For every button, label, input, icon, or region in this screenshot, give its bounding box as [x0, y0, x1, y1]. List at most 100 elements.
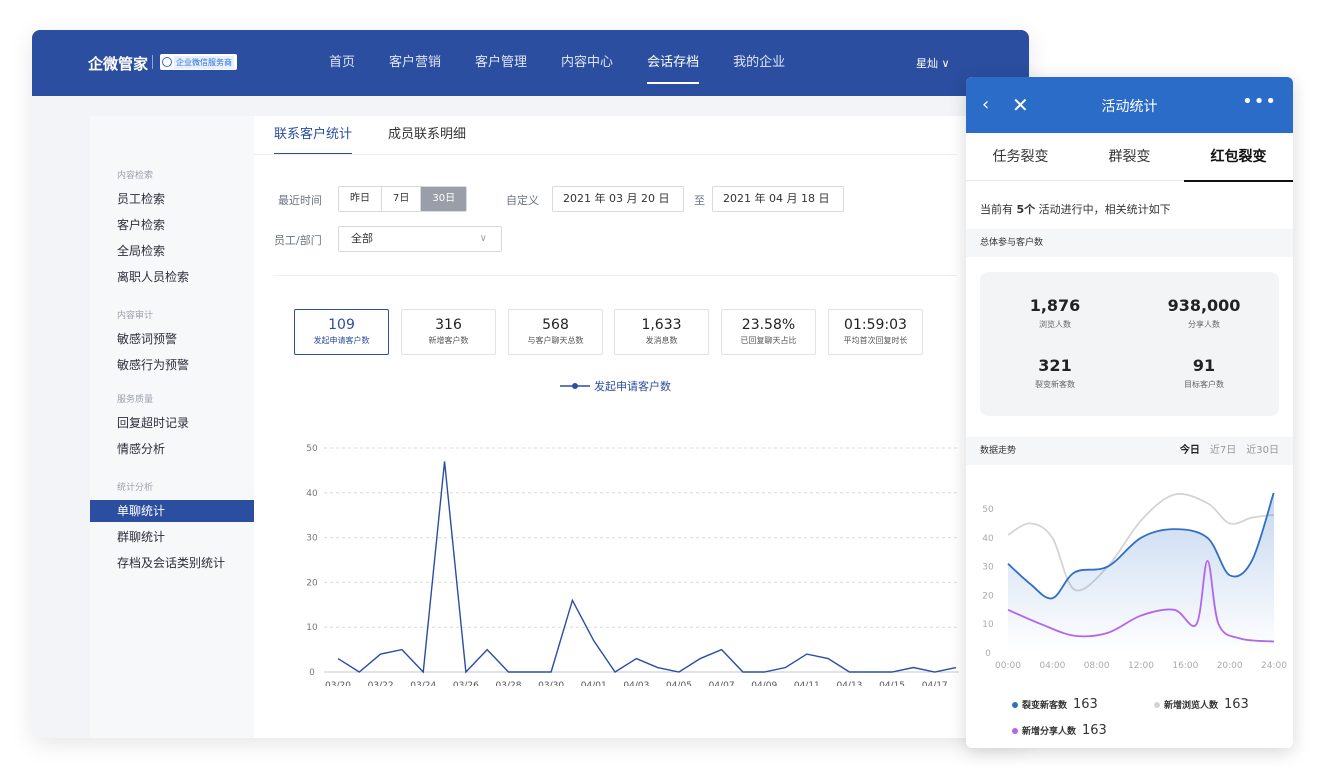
- sidebar-item[interactable]: 员工检索: [90, 188, 254, 210]
- top-navbar: 企微管家 企业微信服务商 首页 客户营销 客户管理 内容中心 会话存档 我的企业 星灿 ∨: [32, 30, 1029, 96]
- kpi-label: 发消息数: [645, 336, 678, 345]
- sidebar-item[interactable]: 回复超时记录: [90, 412, 254, 434]
- stat-label: 浏览人数: [1039, 320, 1071, 329]
- nav-item[interactable]: 内容中心: [544, 30, 630, 96]
- kpi-value: 316: [435, 317, 462, 333]
- legend-name: 新增浏览人数: [1164, 701, 1219, 711]
- user-menu[interactable]: 星灿 ∨: [916, 55, 950, 71]
- kpi-value: 568: [542, 317, 569, 333]
- nav-item[interactable]: 首页: [312, 30, 372, 96]
- legend-item[interactable]: 新增浏览人数 163: [1154, 697, 1249, 712]
- range-option[interactable]: 30日: [421, 187, 467, 211]
- section-total-header: 总体参与客户数: [966, 229, 1293, 257]
- x-tick-label: 16:00: [1172, 661, 1198, 671]
- tabs-underline: [254, 154, 957, 155]
- custom-label: 自定义: [506, 194, 539, 207]
- sidebar-group-title: 服务质量: [117, 395, 154, 405]
- series-area: [1008, 493, 1274, 653]
- y-tick-label: 20: [982, 591, 994, 601]
- kpi-card[interactable]: 1,633 发消息数: [614, 309, 709, 355]
- stat-label: 目标客户数: [1184, 380, 1224, 389]
- kpi-value: 23.58%: [741, 317, 796, 333]
- stat-value: 1,876: [1029, 296, 1081, 315]
- kpi-card[interactable]: 316 新增客户数: [401, 309, 496, 355]
- note-count: 5个: [1016, 203, 1036, 216]
- end-date-input[interactable]: 2021 年 04 月 18 日: [712, 186, 844, 212]
- sidebar-item[interactable]: 敏感词预警: [90, 328, 254, 350]
- sidebar-item[interactable]: 离职人员检索: [90, 266, 254, 288]
- sidebar-group-title: 内容检索: [117, 171, 154, 181]
- brand-divider: [152, 55, 153, 69]
- legend-label: 发起申请客户数: [594, 380, 671, 393]
- sidebar-item[interactable]: 情感分析: [90, 438, 254, 460]
- y-tick-label: 0: [309, 668, 315, 678]
- x-tick-label: 12:00: [1128, 661, 1154, 671]
- chart-legend[interactable]: 发起申请客户数: [560, 378, 671, 394]
- kpi-card[interactable]: 01:59:03 平均首次回复时长: [828, 309, 923, 355]
- y-tick-label: 10: [306, 623, 318, 633]
- sidebar-item[interactable]: 敏感行为预警: [90, 354, 254, 376]
- stat-label: 裂变新客数: [1035, 380, 1075, 389]
- nav-item[interactable]: 会话存档: [630, 30, 716, 96]
- nav-item[interactable]: 客户管理: [458, 30, 544, 96]
- legend-dot-icon: [1012, 701, 1018, 708]
- x-tick-label: 04/13: [836, 681, 862, 686]
- kpi-label: 平均首次回复时长: [843, 336, 908, 345]
- sidebar-group-title: 统计分析: [117, 483, 154, 493]
- trend-range-option[interactable]: 今日: [1180, 437, 1200, 465]
- dept-select[interactable]: 全部 ∨: [338, 226, 502, 252]
- service-provider-badge: 企业微信服务商: [160, 54, 237, 70]
- range-option[interactable]: 昨日: [339, 187, 382, 211]
- trend-range-option[interactable]: 近30日: [1246, 437, 1279, 465]
- panel-tab[interactable]: 红包裂变: [1184, 133, 1293, 182]
- legend-item[interactable]: 裂变新客数 163: [1012, 697, 1098, 712]
- x-tick-label: 04/11: [794, 681, 820, 686]
- sidebar-item[interactable]: 群聊统计: [90, 526, 254, 548]
- series-line: [337, 461, 957, 674]
- x-tick-label: 08:00: [1084, 661, 1110, 671]
- sidebar-item[interactable]: 单聊统计: [90, 500, 254, 522]
- main-window: 企微管家 企业微信服务商 首页 客户营销 客户管理 内容中心 会话存档 我的企业 星灿 ∨…: [32, 30, 1029, 738]
- content-tab[interactable]: 成员联系明细: [388, 116, 466, 154]
- kpi-card[interactable]: 23.58% 已回复聊天占比: [721, 309, 816, 355]
- start-date-input[interactable]: 2021 年 03 月 20 日: [552, 186, 684, 212]
- y-tick-label: 30: [306, 534, 318, 544]
- kpi-value: 01:59:03: [844, 317, 907, 333]
- x-tick-label: 03/26: [453, 681, 479, 686]
- activity-note: 当前有 5个 活动进行中，相关统计如下: [980, 201, 1171, 217]
- legend-name: 新增分享人数: [1022, 727, 1077, 737]
- x-tick-label: 04:00: [1039, 661, 1065, 671]
- sidebar-item[interactable]: 存档及会话类别统计: [90, 552, 254, 574]
- recent-time-label: 最近时间: [278, 194, 322, 207]
- kpi-label: 新增客户数: [428, 336, 469, 345]
- filter-divider: [274, 275, 957, 276]
- kpi-card[interactable]: 568 与客户聊天总数: [508, 309, 603, 355]
- kpi-card[interactable]: 109 发起申请客户数: [294, 309, 389, 355]
- panel-tab[interactable]: 群裂变: [1075, 133, 1184, 181]
- more-icon[interactable]: •••: [1242, 91, 1277, 112]
- stat-value: 91: [1192, 356, 1216, 375]
- sidebar-item[interactable]: 全局检索: [90, 240, 254, 262]
- dept-select-value: 全部: [351, 232, 373, 245]
- legend-item[interactable]: 新增分享人数 163: [1012, 723, 1107, 738]
- y-tick-label: 20: [306, 578, 318, 588]
- nav-item[interactable]: 客户营销: [372, 30, 458, 96]
- stat-label: 分享人数: [1188, 320, 1220, 329]
- stat-item: 1,876 浏览人数: [980, 296, 1130, 330]
- legend-dot-icon: [1012, 727, 1018, 734]
- trend-range-option[interactable]: 近7日: [1210, 437, 1236, 465]
- kpi-value: 109: [328, 317, 355, 333]
- main-nav: 首页 客户营销 客户管理 内容中心 会话存档 我的企业: [312, 30, 802, 96]
- x-tick-label: 04/17: [922, 681, 948, 686]
- x-tick-label: 04/15: [879, 681, 905, 686]
- panel-tabs: 任务裂变 群裂变 红包裂变: [966, 133, 1293, 182]
- x-tick-label: 03/22: [368, 681, 394, 686]
- y-tick-label: 10: [982, 620, 994, 630]
- content-tab[interactable]: 联系客户统计: [274, 116, 353, 155]
- panel-tab[interactable]: 任务裂变: [966, 133, 1075, 181]
- sidebar-item[interactable]: 客户检索: [90, 214, 254, 236]
- range-option[interactable]: 7日: [382, 187, 422, 211]
- wecom-logo-icon: [162, 57, 172, 67]
- y-tick-label: 50: [982, 505, 994, 515]
- nav-item[interactable]: 我的企业: [716, 30, 802, 96]
